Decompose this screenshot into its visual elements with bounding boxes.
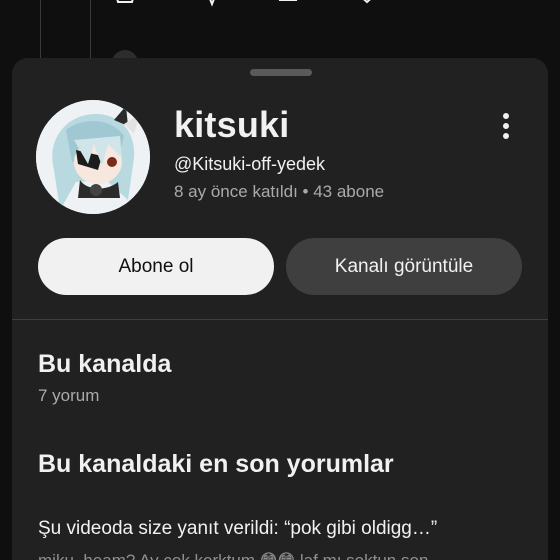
- comment-icon: [279, 0, 297, 1]
- heart-icon: [363, 0, 371, 4]
- channel-name: kitsuki: [174, 104, 290, 145]
- view-channel-button[interactable]: Kanalı görüntüle: [286, 238, 522, 295]
- more-vert-icon[interactable]: [496, 110, 516, 142]
- divider: [12, 319, 548, 320]
- kebab-dot: [503, 133, 509, 139]
- thread-line: [90, 0, 91, 60]
- channel-handle: @Kitsuki-off-yedek: [174, 154, 325, 174]
- recent-reply-item[interactable]: Şu videoda size yanıt verildi: “pok gibi…: [38, 518, 437, 540]
- dislike-icon: [209, 0, 215, 7]
- drag-handle[interactable]: [250, 69, 312, 76]
- subscribe-button[interactable]: Abone ol: [38, 238, 274, 295]
- channel-meta: 8 ay önce katıldı • 43 abone: [174, 182, 385, 201]
- channel-avatar[interactable]: [36, 100, 150, 214]
- recent-reply-preview: miku_heam? Ay çok korktum 😳😳 laf mı sokt…: [38, 551, 428, 560]
- avatar-image: [36, 100, 150, 214]
- thread-line: [40, 0, 41, 60]
- kebab-dot: [503, 113, 509, 119]
- kebab-dot: [503, 123, 509, 129]
- like-icon: [116, 0, 134, 3]
- section-title-recent-comments: Bu kanaldaki en son yorumlar: [38, 450, 394, 478]
- section-title-on-channel: Bu kanalda: [38, 350, 172, 378]
- background-feed: [0, 0, 560, 60]
- comment-count: 7 yorum: [38, 386, 100, 405]
- channel-bottom-sheet: kitsuki @Kitsuki-off-yedek 8 ay önce kat…: [12, 58, 548, 560]
